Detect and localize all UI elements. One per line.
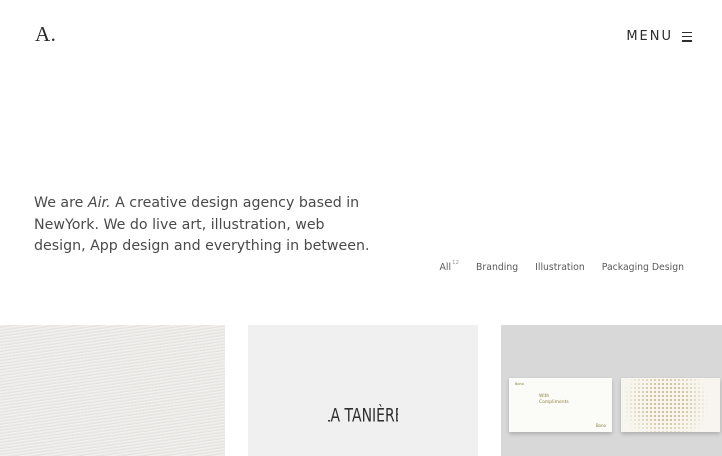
menu-label: MENU — [626, 29, 673, 44]
filter-all-count: 12 — [452, 260, 460, 266]
card-text: With Compliments — [539, 394, 569, 405]
la-taniere-logo-mark: LA TANIÈRE — [322, 404, 403, 426]
la-taniere-logo: LA TANIÈRE — [248, 397, 478, 436]
portfolio-filters: All12 Branding Illustration Packaging De… — [439, 260, 684, 273]
portfolio-tile-stationery[interactable]: Bono With Compliments Bono — [501, 325, 722, 456]
intro-prefix: We are — [34, 195, 88, 211]
pattern-card — [621, 378, 720, 432]
card-text-line-2: Compliments — [539, 399, 569, 405]
card-foot: Bono — [595, 423, 606, 428]
portfolio-tile-paper[interactable] — [0, 325, 225, 456]
hamburger-icon — [682, 31, 692, 42]
filter-packaging-design[interactable]: Packaging Design — [602, 262, 684, 273]
dot-pattern — [621, 378, 720, 432]
card-brand: Bono — [515, 382, 524, 386]
portfolio-tile-la-taniere[interactable]: LA TANIÈRE — [248, 325, 478, 456]
filter-illustration[interactable]: Illustration — [535, 262, 585, 273]
intro-text: We are Air. A creative design agency bas… — [34, 193, 379, 258]
filter-branding[interactable]: Branding — [476, 262, 518, 273]
intro-brand: Air. — [87, 195, 111, 211]
site-logo[interactable]: A. — [35, 22, 56, 47]
compliment-card: Bono With Compliments Bono — [509, 378, 612, 432]
menu-button[interactable]: MENU — [626, 29, 692, 44]
filter-all-label: All — [439, 262, 452, 273]
filter-all[interactable]: All12 — [439, 260, 460, 273]
la-taniere-logo-text: LA TANIÈRE — [328, 404, 398, 426]
